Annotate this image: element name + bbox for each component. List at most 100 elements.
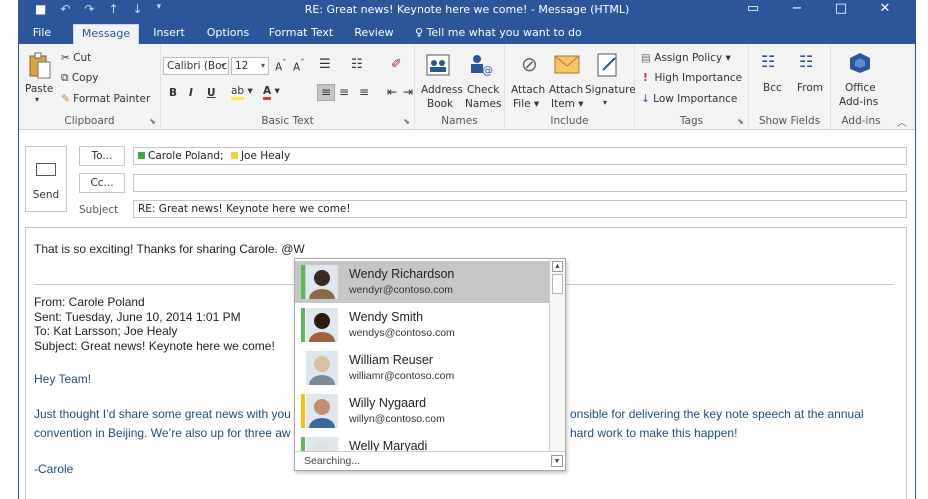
italic-button[interactable]: I — [189, 87, 193, 99]
paragraph-2-end: hard work to make this happen! — [570, 426, 738, 440]
tell-me-search[interactable]: ♀ Tell me what you want to do — [415, 26, 582, 39]
underline-button[interactable]: U — [207, 87, 216, 99]
suggestion-email: wendyr@contoso.com — [349, 284, 454, 296]
signature-button[interactable] — [595, 52, 621, 82]
low-importance-button[interactable]: ↓ Low Importance — [641, 93, 737, 105]
tags-launcher-icon[interactable]: ⬊ — [737, 117, 744, 126]
presence-indicator — [301, 351, 305, 385]
avatar — [306, 351, 338, 385]
expand-dropdown-icon[interactable]: ▼ — [551, 455, 563, 467]
clear-formatting-icon[interactable]: ✐ — [391, 57, 402, 72]
person-photo-icon — [306, 265, 338, 299]
check-names-button[interactable]: @ — [467, 52, 495, 82]
maximize-icon[interactable]: □ — [819, 0, 863, 18]
envelope-icon — [554, 55, 580, 74]
check-names-label-2: Names — [465, 98, 502, 110]
scroll-up-icon[interactable]: ▲ — [552, 261, 563, 272]
suggestion-scrollbar[interactable]: ▲ — [549, 259, 565, 451]
highlight-color-icon[interactable]: ab ▾ — [231, 85, 253, 100]
person-photo-icon — [306, 308, 338, 342]
tab-file[interactable]: File — [25, 24, 59, 44]
tab-format-text[interactable]: Format Text — [265, 24, 337, 44]
addins-group: Office Add-ins Add-ins — [831, 44, 891, 130]
down-arrow-blue-icon: ↓ — [641, 93, 650, 105]
basic-text-launcher-icon[interactable]: ⬊ — [403, 117, 410, 126]
tab-review[interactable]: Review — [349, 24, 399, 44]
grow-font-icon[interactable]: Aˆ — [275, 59, 287, 74]
align-right-icon[interactable]: ≡ — [359, 85, 369, 99]
high-importance-button[interactable]: ! High Importance — [643, 72, 742, 84]
bcc-icon[interactable]: ☷ — [761, 52, 775, 71]
attach-item-dropdown[interactable]: Item ▾ — [551, 98, 584, 110]
increase-indent-icon[interactable]: ⇥ — [403, 85, 413, 99]
from-icon[interactable]: ☷ — [799, 52, 813, 71]
bullets-icon[interactable]: ☰ — [319, 57, 331, 72]
decrease-indent-icon[interactable]: ⇤ — [387, 85, 397, 99]
scroll-thumb[interactable] — [552, 274, 563, 294]
suggestion-email: willyn@contoso.com — [349, 413, 445, 425]
size-dropdown-icon: ▾ — [260, 61, 265, 70]
cut-button[interactable]: ✂ Cut — [61, 52, 91, 64]
scissors-icon: ✂ — [61, 52, 70, 64]
paragraph-1-start: Just thought I’d share some great news w… — [34, 407, 291, 421]
close-icon[interactable]: ✕ — [863, 0, 907, 18]
suggestion-item[interactable]: William Reuser williamr@contoso.com — [295, 347, 549, 389]
font-size-box[interactable]: 12 ▾ — [231, 57, 269, 75]
send-envelope-icon — [36, 163, 56, 176]
reply-text: That is so exciting! Thanks for sharing … — [34, 242, 305, 256]
window-controls: ▭ − □ ✕ — [731, 0, 907, 18]
bcc-button[interactable]: Bcc — [763, 82, 782, 94]
collapse-ribbon-icon[interactable]: ︿ — [897, 114, 907, 129]
assign-policy-button[interactable]: ▤ Assign Policy ▾ — [641, 52, 731, 64]
from-button[interactable]: From — [797, 82, 823, 94]
suggestion-item[interactable]: Wendy Smith wendys@contoso.com — [295, 304, 549, 346]
signoff: -Carole — [34, 462, 74, 476]
signature-dropdown-icon[interactable]: ▾ — [603, 98, 607, 107]
font-color-icon[interactable]: A ▾ — [263, 85, 280, 100]
to-button[interactable]: To... — [79, 146, 125, 166]
align-left-icon[interactable]: ≡ — [317, 84, 335, 101]
bold-button[interactable]: B — [169, 87, 177, 99]
suggestion-email: williamr@contoso.com — [349, 370, 455, 382]
copy-button[interactable]: ⧉ Copy — [61, 72, 98, 85]
address-book-button[interactable] — [425, 52, 451, 82]
tags-group-label: Tags — [679, 115, 704, 127]
office-addins-label-2: Add-ins — [839, 96, 879, 108]
paste-dropdown-icon[interactable]: ▾ — [35, 95, 39, 104]
cc-field[interactable] — [133, 174, 907, 192]
check-names-icon: @ — [471, 55, 493, 77]
paperclip-icon[interactable]: ⊘ — [521, 52, 538, 76]
ribbon-tabs: File Message Insert Options Format Text … — [19, 20, 915, 44]
presence-indicator — [301, 265, 305, 299]
office-addins-button[interactable] — [849, 52, 871, 78]
quoted-subject: Subject: Great news! Keynote here we com… — [34, 339, 275, 353]
paste-button[interactable] — [27, 52, 53, 80]
ribbon-display-icon[interactable]: ▭ — [731, 0, 775, 18]
presence-indicator — [301, 394, 305, 428]
send-button[interactable]: Send — [25, 146, 67, 212]
format-painter-button[interactable]: ✎ Format Painter — [61, 93, 150, 105]
suggestion-item[interactable]: Willy Nygaard willyn@contoso.com — [295, 390, 549, 432]
clipboard-launcher-icon[interactable]: ⬊ — [149, 117, 156, 126]
shrink-font-icon[interactable]: Aˇ — [293, 59, 305, 74]
attach-file-dropdown[interactable]: File ▾ — [513, 98, 539, 110]
paintbrush-icon: ✎ — [61, 93, 70, 105]
minimize-icon[interactable]: − — [775, 0, 819, 18]
suggestion-item[interactable]: Wendy Richardson wendyr@contoso.com — [295, 261, 549, 303]
tab-options[interactable]: Options — [203, 24, 253, 44]
cc-button[interactable]: Cc... — [79, 173, 125, 193]
signature-label: Signature — [585, 84, 636, 96]
subject-label: Subject — [79, 204, 119, 216]
to-field[interactable]: Carole Poland; Joe Healy — [133, 147, 907, 165]
numbering-icon[interactable]: ☷ — [351, 57, 363, 72]
font-name-box[interactable]: Calibri (Boc ▾ — [163, 57, 229, 75]
basic-text-group: Calibri (Boc ▾ 12 ▾ Aˆ Aˇ ☰ ☷ ✐ B I U ab ▾… — [161, 44, 415, 130]
searching-status: Searching... — [304, 455, 361, 467]
align-center-icon[interactable]: ≡ — [339, 85, 349, 99]
attach-item-button[interactable] — [553, 52, 581, 80]
mention-suggestions-popup: Wendy Richardson wendyr@contoso.com Wendy … — [294, 258, 566, 471]
tab-insert[interactable]: Insert — [147, 24, 191, 44]
subject-field[interactable]: RE: Great news! Keynote here we come! — [133, 200, 907, 218]
exclamation-icon: ! — [643, 72, 648, 84]
tab-message[interactable]: Message — [73, 24, 139, 44]
